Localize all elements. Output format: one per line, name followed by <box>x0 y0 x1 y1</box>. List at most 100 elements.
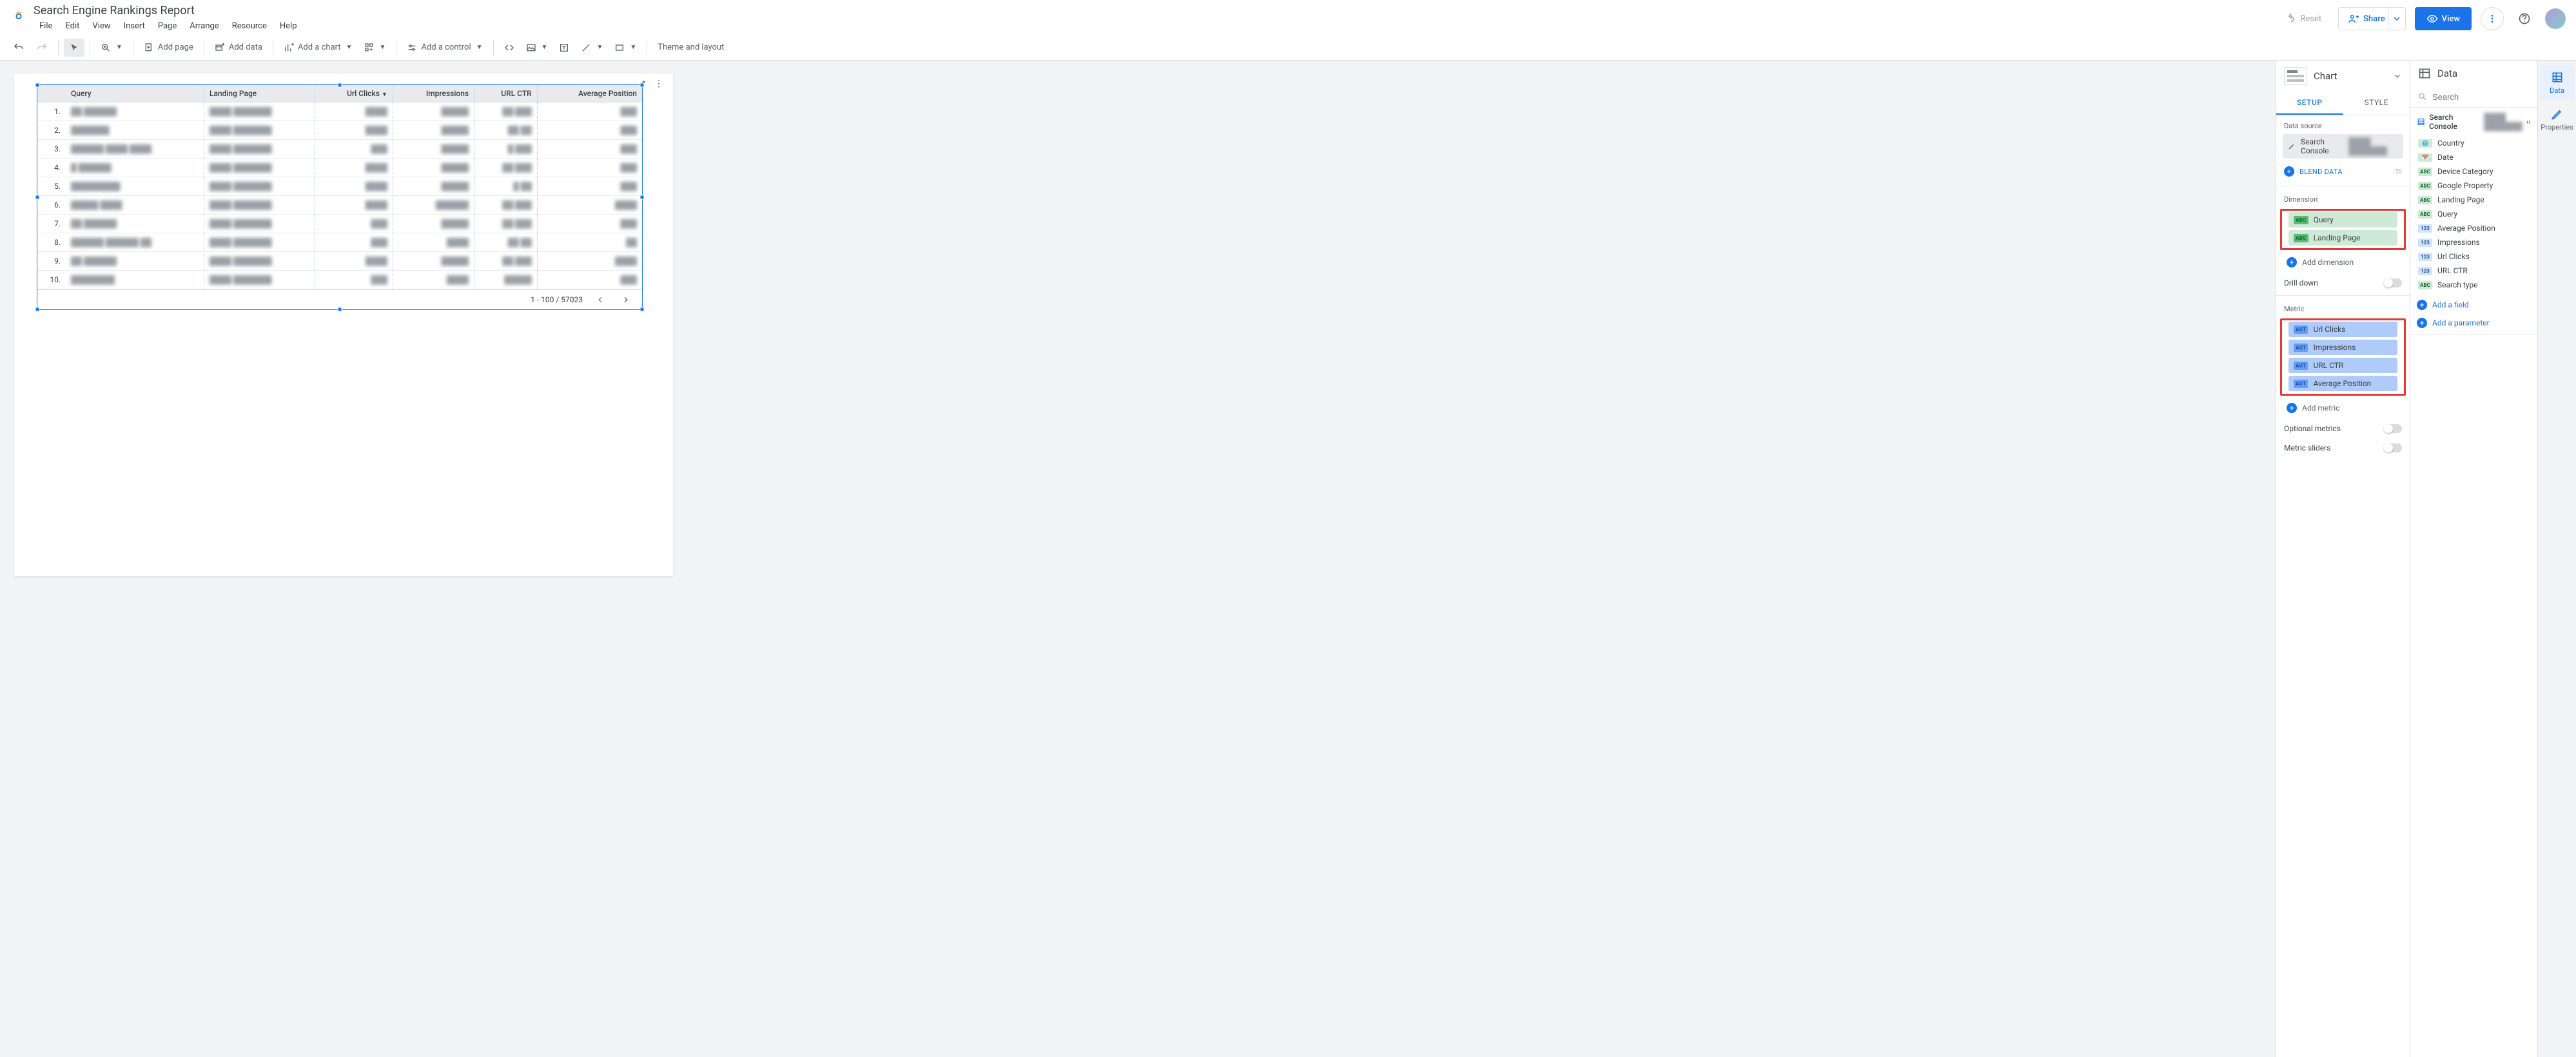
share-dropdown[interactable] <box>2388 7 2406 30</box>
add-metric-button[interactable]: +Add metric <box>2281 400 2405 416</box>
view-button[interactable]: View <box>2415 7 2472 30</box>
metric-sliders-toggle[interactable]: Metric sliders <box>2276 438 2410 458</box>
table-row[interactable]: 2. ███████ ████ ███████ ████ █████ ██ ██… <box>37 121 642 140</box>
col-url-ctr[interactable]: URL CTR <box>474 85 538 102</box>
chart-more-icon[interactable] <box>654 79 664 89</box>
menu-file[interactable]: File <box>34 19 58 34</box>
menu-insert[interactable]: Insert <box>118 19 151 34</box>
add-control-button[interactable]: Add a control▼ <box>402 39 487 57</box>
canvas[interactable]: Query Landing Page Url Clicks ▼ Impressi… <box>0 61 2276 1057</box>
table-row[interactable]: 5. █████████ ████ ███████ ████ █████ █ █… <box>37 177 642 196</box>
table-row[interactable]: 7. ██ ██████ ████ ███████ ███ █████ ██ █… <box>37 215 642 233</box>
add-field-button[interactable]: +Add a field <box>2410 296 2537 314</box>
table-chart[interactable]: Query Landing Page Url Clicks ▼ Impressi… <box>37 85 642 309</box>
rail-properties[interactable]: Properties <box>2541 102 2574 137</box>
search-input[interactable] <box>2432 92 2530 102</box>
user-avatar[interactable] <box>2545 8 2566 29</box>
metric-chip[interactable]: AUTURL CTR <box>2288 358 2397 373</box>
menu-page[interactable]: Page <box>152 19 182 34</box>
field-item[interactable]: 🌐Country <box>2417 136 2531 150</box>
table-row[interactable]: 3. ██████ ████ ████ ████ ███████ ███ ███… <box>37 140 642 159</box>
select-tool[interactable] <box>64 39 84 57</box>
help-button[interactable] <box>2513 7 2536 30</box>
panel-tabs: SETUP STYLE <box>2276 92 2410 115</box>
drilldown-toggle[interactable]: Drill down <box>2276 273 2410 293</box>
data-source-chip[interactable]: Search Console ████ ███████ <box>2283 134 2403 159</box>
field-item[interactable]: 📅Date <box>2417 150 2531 164</box>
optional-metrics-toggle[interactable]: Optional metrics <box>2276 419 2410 438</box>
more-options-button[interactable] <box>2481 7 2504 30</box>
table-row[interactable]: 9. ██ ██████ ████ ███████ ████ █████ ██ … <box>37 252 642 271</box>
field-item[interactable]: ABCGoogle Property <box>2417 179 2531 193</box>
metric-chip[interactable]: AUTUrl Clicks <box>2288 322 2397 337</box>
table-row[interactable]: 6. █████ ████ ████ ███████ ████ ██████ █… <box>37 196 642 215</box>
tab-setup[interactable]: SETUP <box>2276 92 2343 115</box>
table-row[interactable]: 4. █ ██████ ████ ███████ ████ █████ ██ █… <box>37 159 642 177</box>
menu-view[interactable]: View <box>86 19 116 34</box>
menu-resource[interactable]: Resource <box>226 19 273 34</box>
community-viz-button[interactable]: ▼ <box>359 39 391 57</box>
pager-prev[interactable] <box>592 294 609 305</box>
dimension-chip[interactable]: ABCQuery <box>2288 212 2397 228</box>
plus-icon: + <box>2287 403 2297 413</box>
share-button[interactable]: Share <box>2338 7 2394 30</box>
image-button[interactable]: ▼ <box>521 39 553 57</box>
pager-next[interactable] <box>618 294 634 305</box>
field-item[interactable]: ABCDevice Category <box>2417 164 2531 179</box>
panel-collapse[interactable] <box>2393 72 2402 81</box>
add-page-button[interactable]: Add page <box>139 39 199 57</box>
menu-arrange[interactable]: Arrange <box>184 19 224 34</box>
add-data-button[interactable]: Add data <box>210 39 268 57</box>
field-item[interactable]: ABCSearch type <box>2417 278 2531 292</box>
chevron-left-icon <box>596 295 605 304</box>
app-logo-icon <box>10 10 27 27</box>
field-item[interactable]: 123Average Position <box>2417 221 2531 235</box>
rail-data[interactable]: Data <box>2541 66 2574 100</box>
col-impressions[interactable]: Impressions <box>393 85 474 102</box>
col-query[interactable]: Query <box>66 85 204 102</box>
col-avg-position[interactable]: Average Position <box>537 85 642 102</box>
expand-icon[interactable]: ‹› <box>2526 117 2531 126</box>
add-dimension-button[interactable]: +Add dimension <box>2281 254 2405 271</box>
metric-chip[interactable]: AUTImpressions <box>2288 340 2397 355</box>
cursor-icon <box>69 43 79 53</box>
table-row[interactable]: 10. ████████ ████ ███████ ███ ████ █████… <box>37 271 642 289</box>
shape-button[interactable]: ▼ <box>609 39 641 57</box>
embed-button[interactable] <box>499 39 520 57</box>
plus-icon: + <box>2417 318 2427 328</box>
help-icon[interactable]: ?⃝ <box>2395 168 2402 176</box>
plus-icon: + <box>2417 300 2427 310</box>
toggle-switch[interactable] <box>2384 278 2402 287</box>
field-item[interactable]: ABCQuery <box>2417 207 2531 221</box>
tab-style[interactable]: STYLE <box>2343 92 2410 115</box>
document-title[interactable]: Search Engine Rankings Report <box>34 4 2278 17</box>
col-landing-page[interactable]: Landing Page <box>204 85 315 102</box>
data-source-heading[interactable]: Search Console ████ ███████ ‹› <box>2410 108 2537 136</box>
add-parameter-button[interactable]: +Add a parameter <box>2410 314 2537 332</box>
person-add-icon <box>2348 13 2359 24</box>
line-button[interactable]: ▼ <box>576 39 608 57</box>
metric-chip[interactable]: AUTAverage Position <box>2288 376 2397 391</box>
menu-help[interactable]: Help <box>274 19 303 34</box>
undo-button[interactable] <box>8 38 30 57</box>
field-item[interactable]: 123Url Clicks <box>2417 249 2531 264</box>
table-row[interactable]: 8. ██████ ██████ ██ ████ ███████ ███ ███… <box>37 233 642 252</box>
toggle-switch[interactable] <box>2384 424 2402 433</box>
blend-data-button[interactable]: + BLEND DATA ?⃝ <box>2276 164 2410 183</box>
field-item[interactable]: 123Impressions <box>2417 235 2531 249</box>
theme-layout-button[interactable]: Theme and layout <box>652 39 729 56</box>
field-item[interactable]: 123URL CTR <box>2417 264 2531 278</box>
text-button[interactable] <box>554 39 574 57</box>
zoom-dropdown[interactable]: ▼ <box>95 39 128 57</box>
reset-button[interactable]: Reset <box>2278 8 2329 29</box>
add-chart-button[interactable]: Add a chart▼ <box>278 39 358 57</box>
table-row[interactable]: 1. ██ ██████ ████ ███████ ████ █████ ██ … <box>37 102 642 121</box>
chart-type-icon[interactable] <box>2284 67 2307 85</box>
menu-edit[interactable]: Edit <box>59 19 85 34</box>
redo-button[interactable] <box>31 38 53 57</box>
dimension-chip[interactable]: ABCLanding Page <box>2288 230 2397 246</box>
col-url-clicks[interactable]: Url Clicks ▼ <box>315 85 393 102</box>
field-search[interactable] <box>2410 86 2537 108</box>
toggle-switch[interactable] <box>2384 443 2402 452</box>
field-item[interactable]: ABCLanding Page <box>2417 193 2531 207</box>
